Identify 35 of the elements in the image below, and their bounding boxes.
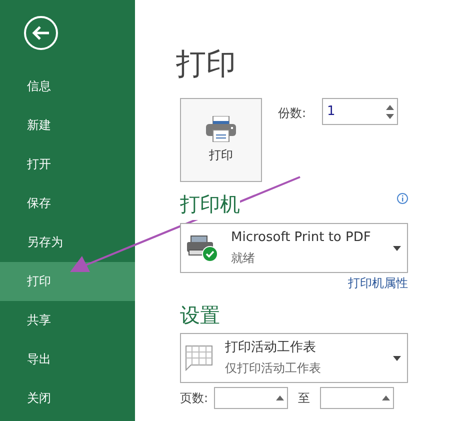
back-button[interactable] [23,15,59,51]
sidebar-item[interactable]: 打开 [0,145,135,184]
printer-name: Microsoft Print to PDF [231,229,372,247]
printer-dropdown[interactable]: Microsoft Print to PDF 就绪 [180,223,408,273]
spin-up-icon[interactable] [382,396,390,400]
spin-down-icon[interactable] [386,114,394,118]
spin-up-icon[interactable] [276,396,284,400]
sidebar-item[interactable]: 保存 [0,184,135,223]
printer-properties-link[interactable]: 打印机属性 [348,273,408,293]
page-from-field[interactable] [214,387,288,409]
print-scope-description: 仅打印活动工作表 [225,360,322,377]
sidebar-item[interactable]: 另存为 [0,223,135,262]
caret-icon [393,356,401,360]
pages-label: 页数: [180,390,208,407]
spin-up-icon[interactable] [386,104,394,110]
info-icon[interactable] [397,193,408,204]
copies-label: 份数: [278,105,306,122]
sidebar-item[interactable]: 导出 [0,340,135,379]
sidebar-item[interactable]: 关闭 [0,379,135,418]
printer-ready-icon [185,234,219,262]
page-title: 打印 [176,46,237,84]
to-label: 至 [298,390,310,407]
print-button[interactable]: 打印 [180,98,262,182]
sidebar-item[interactable]: 打印 [0,262,135,301]
sidebar-item[interactable]: 共享 [0,301,135,340]
printer-icon [206,116,236,142]
copies-field[interactable]: 1 [322,98,398,125]
caret-icon [393,246,401,250]
print-scope-title: 打印活动工作表 [225,339,317,357]
sidebar-item[interactable]: 信息 [0,67,135,106]
print-scope-dropdown[interactable]: 打印活动工作表 仅打印活动工作表 [180,333,408,383]
page-to-field[interactable] [320,387,394,409]
sidebar-item[interactable]: 新建 [0,106,135,145]
sheet-grid-icon [185,345,213,371]
printer-status: 就绪 [231,250,256,267]
